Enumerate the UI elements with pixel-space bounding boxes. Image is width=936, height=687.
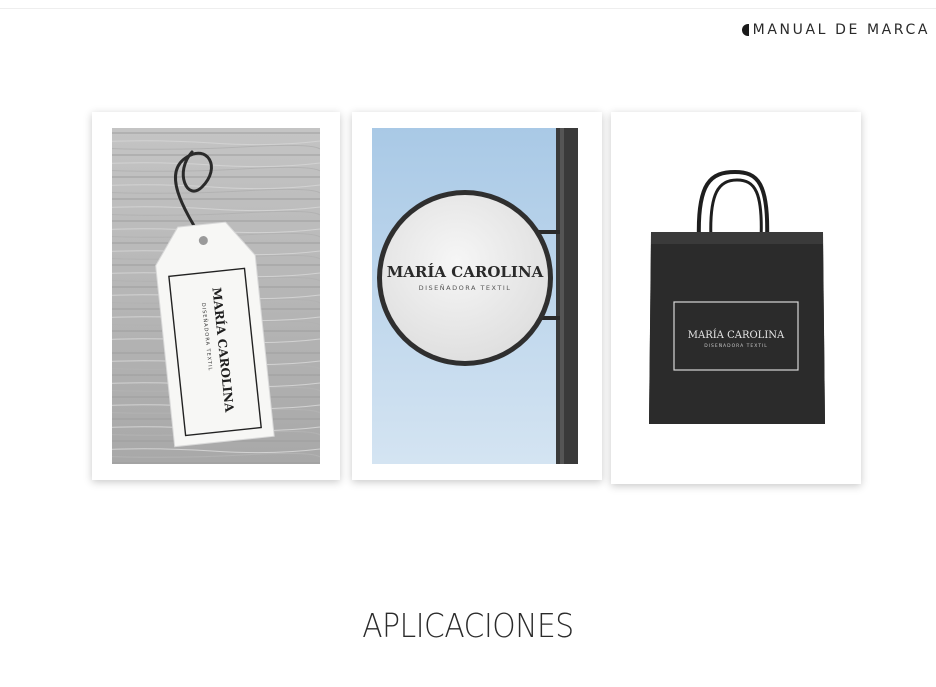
brand-manual-page: MANUAL DE MARCA MARÍA CAROLINA DISEÑADOR… — [0, 0, 936, 687]
half-circle-icon — [741, 24, 749, 36]
mockup-shopping-bag-card: MARÍA CAROLINA DISEÑADORA TEXTIL — [611, 112, 861, 484]
shopping-bag-mockup: MARÍA CAROLINA DISEÑADORA TEXTIL — [649, 169, 825, 424]
sign-brand-tagline: DISEÑADORA TEXTIL — [419, 283, 512, 292]
bag-brand-name: MARÍA CAROLINA — [688, 329, 785, 341]
bag-brand-tagline: DISEÑADORA TEXTIL — [704, 342, 768, 349]
top-rule — [0, 8, 936, 9]
hang-tag-mockup: MARÍA CAROLINA DISEÑADORA TEXTIL — [112, 128, 320, 464]
mockup-shop-sign-card: MARÍA CAROLINA DISEÑADORA TEXTIL — [352, 112, 602, 480]
shop-sign-mockup: MARÍA CAROLINA DISEÑADORA TEXTIL — [372, 128, 578, 464]
section-title: APLICACIONES — [362, 606, 574, 645]
sign-brand-name: MARÍA CAROLINA — [387, 263, 544, 281]
header-label: MANUAL DE MARCA — [752, 22, 930, 38]
mockup-hang-tag-card: MARÍA CAROLINA DISEÑADORA TEXTIL — [92, 112, 340, 480]
page-header: MANUAL DE MARCA — [741, 22, 930, 38]
